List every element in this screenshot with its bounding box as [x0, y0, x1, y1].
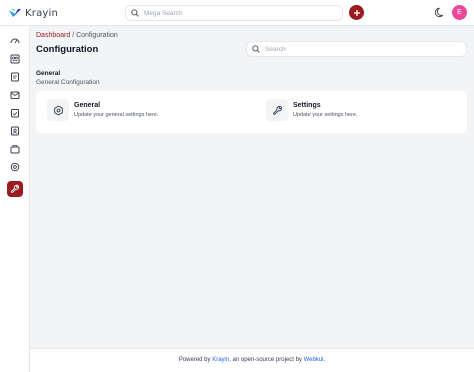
breadcrumb: Dashboard / Configuration	[36, 32, 118, 39]
dashboard-icon	[10, 38, 20, 44]
section-subtitle: General Configuration	[36, 79, 100, 86]
footer-webkul-link[interactable]: Webkul	[304, 357, 324, 363]
wrench-icon	[272, 105, 282, 115]
footer-middle: , an open-source project by	[229, 357, 304, 363]
configuration-search[interactable]	[246, 41, 467, 57]
products-icon	[10, 145, 20, 154]
config-item-title: Settings	[293, 102, 321, 109]
krayin-logo-icon	[9, 9, 21, 17]
sidebar-item-settings[interactable]	[7, 159, 23, 175]
footer: Powered by Krayin, an open-source projec…	[30, 348, 474, 372]
breadcrumb-current: Configuration	[76, 32, 118, 39]
configuration-card: General Update your general settings her…	[36, 91, 467, 133]
sidebar-item-quotes[interactable]	[7, 69, 23, 85]
config-item-title: General	[74, 102, 101, 109]
section-title: General	[36, 70, 61, 77]
config-item-settings[interactable]: Settings Update your settings here.	[266, 99, 358, 125]
footer-prefix: Powered by	[178, 357, 213, 363]
configuration-icon	[10, 184, 20, 193]
sidebar-item-activities[interactable]	[7, 105, 23, 121]
top-header: Krayin E	[0, 0, 474, 26]
quotes-icon	[11, 72, 19, 82]
quick-create-button[interactable]	[349, 5, 364, 20]
mail-icon	[10, 91, 20, 99]
search-icon	[131, 9, 139, 17]
footer-suffix: .	[323, 357, 326, 363]
breadcrumb-dashboard-link[interactable]: Dashboard	[36, 32, 70, 39]
dark-mode-toggle-icon[interactable]	[435, 7, 446, 18]
activities-icon	[11, 109, 19, 118]
plus-icon	[353, 9, 360, 16]
config-item-description: Update your general settings here.	[74, 112, 159, 118]
sidebar-item-leads[interactable]	[7, 51, 23, 67]
brand-name: Krayin	[25, 7, 59, 19]
sidebar-item-dashboard[interactable]	[7, 33, 23, 49]
configuration-search-input[interactable]	[265, 45, 455, 53]
contacts-icon	[11, 126, 19, 136]
footer-krayin-link[interactable]: Krayin	[212, 357, 229, 363]
config-item-description: Update your settings here.	[293, 112, 358, 118]
sidebar-nav	[0, 26, 30, 372]
gear-icon	[53, 105, 63, 115]
sidebar-item-contacts[interactable]	[7, 123, 23, 139]
config-item-general[interactable]: General Update your general settings her…	[47, 99, 158, 125]
mega-search-input[interactable]	[144, 9, 324, 17]
settings-icon-box	[266, 99, 288, 121]
page-title: Configuration	[36, 44, 99, 55]
brand-logo[interactable]: Krayin	[8, 6, 58, 20]
leads-icon	[10, 54, 20, 64]
mega-search[interactable]	[125, 5, 343, 21]
search-icon	[252, 45, 260, 53]
user-avatar[interactable]: E	[452, 5, 467, 20]
sidebar-item-configuration[interactable]	[7, 181, 23, 197]
general-icon-box	[47, 99, 69, 121]
sidebar-item-mail[interactable]	[7, 87, 23, 103]
sidebar-item-products[interactable]	[7, 141, 23, 157]
settings-icon	[10, 162, 20, 172]
